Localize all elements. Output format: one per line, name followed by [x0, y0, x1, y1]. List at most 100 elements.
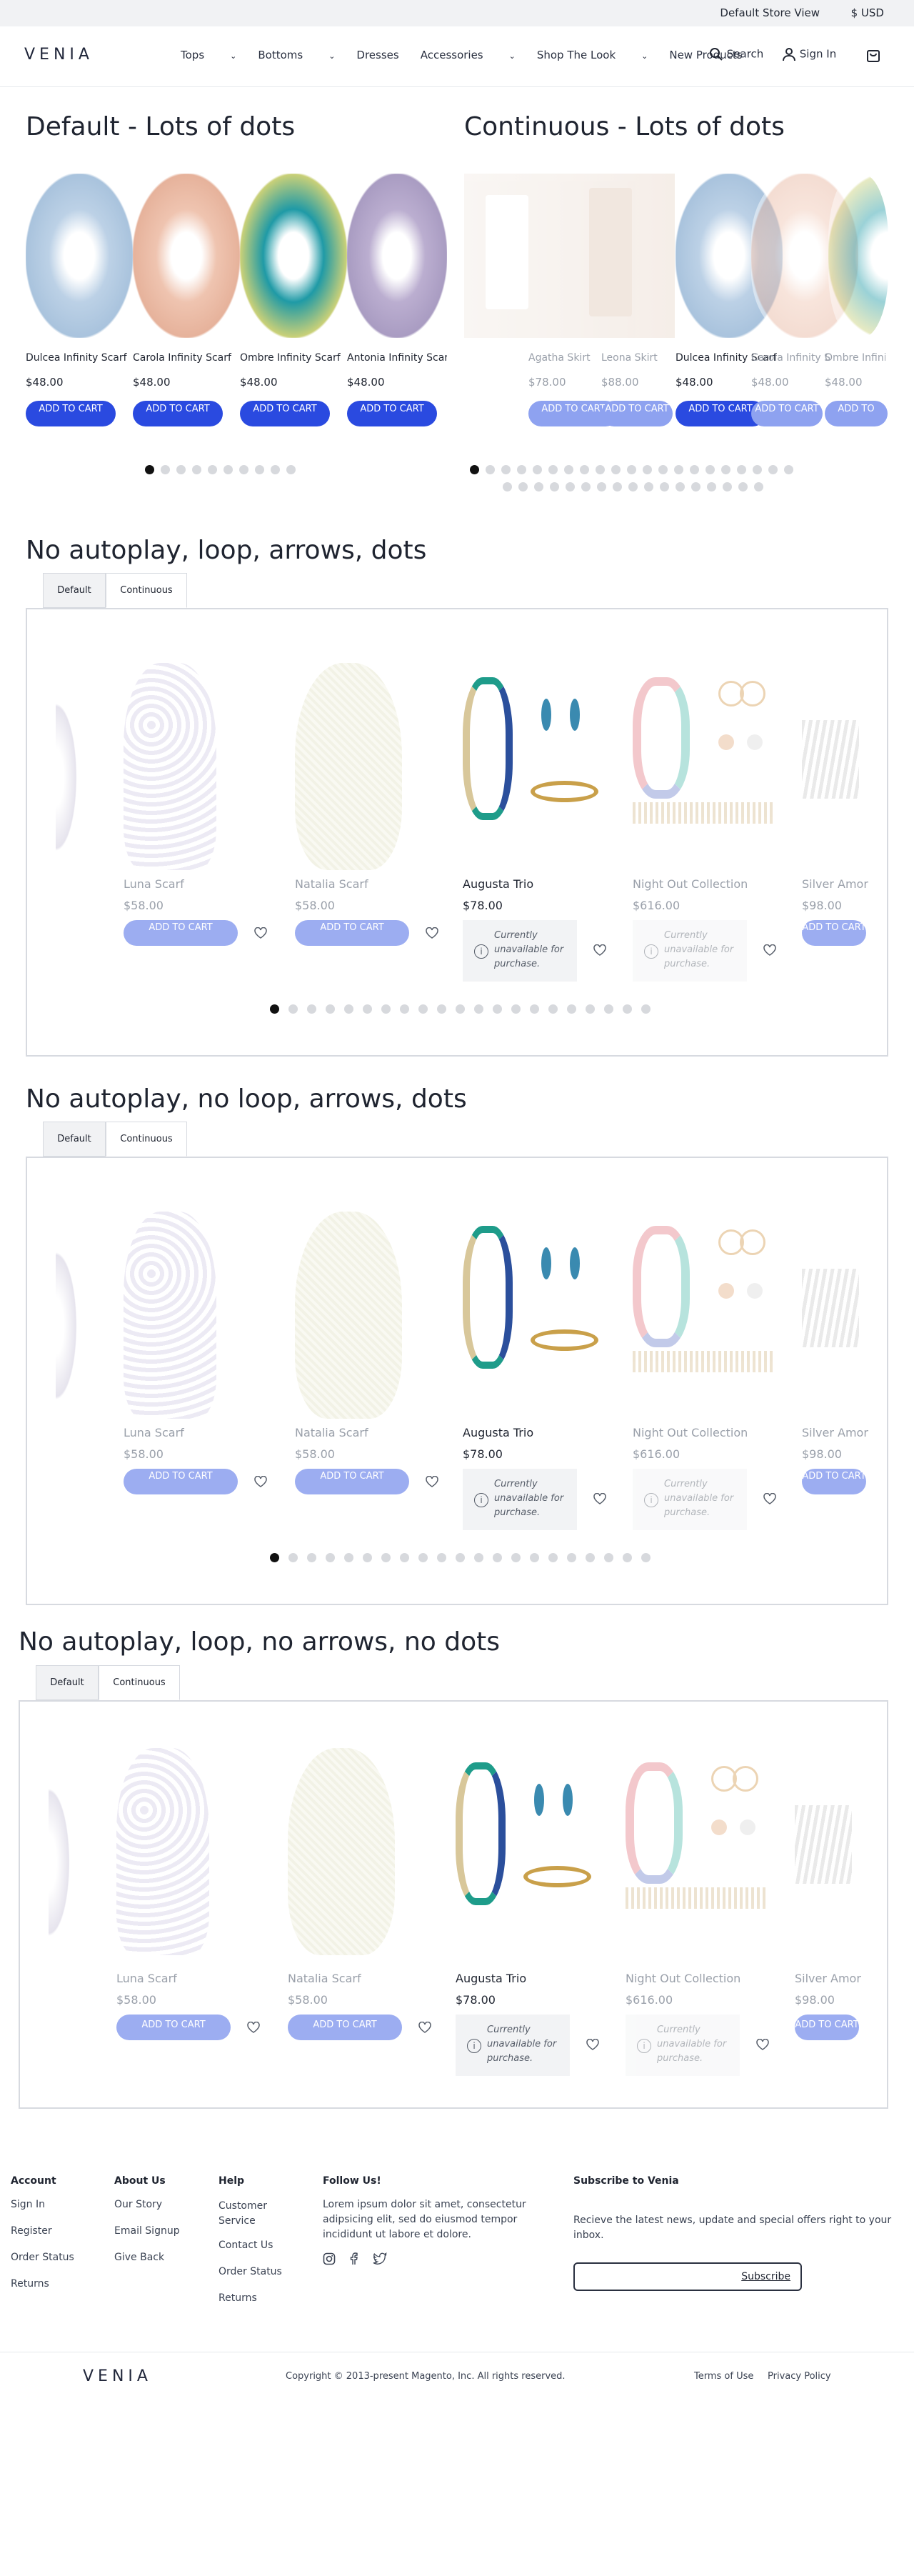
carousel-dot[interactable]: [548, 1553, 558, 1562]
product-name[interactable]: Leona Skirt: [601, 352, 666, 364]
carousel-dot[interactable]: [580, 465, 589, 474]
wishlist-heart-icon[interactable]: [247, 2021, 260, 2033]
carousel-dot[interactable]: [597, 482, 606, 491]
add-to-cart-button[interactable]: ADD TO CART: [124, 920, 238, 946]
wishlist-heart-icon[interactable]: [593, 1492, 606, 1504]
carousel-dot[interactable]: [784, 465, 793, 474]
carousel-dot[interactable]: [623, 1553, 632, 1562]
add-to-cart-button[interactable]: ADD TO CART: [26, 401, 116, 426]
product-image[interactable]: [124, 1212, 216, 1419]
footer-link[interactable]: Give Back: [114, 2252, 164, 2263]
add-to-cart-button[interactable]: ADD TO CART: [288, 2015, 402, 2040]
search-trigger[interactable]: Search: [709, 47, 763, 61]
carousel-dot[interactable]: [567, 1553, 576, 1562]
product-name[interactable]: Dulcea Infinity Scarf: [26, 352, 133, 364]
product-name[interactable]: Augusta Trio: [463, 877, 533, 891]
logo[interactable]: VENIA: [24, 46, 94, 64]
product-name[interactable]: Luna Scarf: [124, 877, 184, 891]
carousel-dot[interactable]: [493, 1004, 502, 1014]
add-to-cart-button[interactable]: ADD TO CART: [802, 920, 866, 946]
product-image[interactable]: [456, 1762, 591, 1905]
wishlist-heart-icon[interactable]: [756, 2038, 769, 2050]
carousel-dot[interactable]: [501, 465, 511, 474]
add-to-cart-button[interactable]: ADD TO CART: [802, 1469, 866, 1494]
instagram-icon[interactable]: [323, 2252, 336, 2265]
wishlist-heart-icon[interactable]: [763, 944, 776, 956]
carousel-dot[interactable]: [586, 1004, 595, 1014]
carousel-dot[interactable]: [270, 1553, 279, 1562]
product-image[interactable]: [240, 174, 347, 338]
carousel-dot[interactable]: [400, 1553, 409, 1562]
carousel-dot[interactable]: [271, 465, 280, 474]
carousel-dot[interactable]: [691, 482, 700, 491]
product-image[interactable]: [463, 677, 598, 820]
wishlist-heart-icon[interactable]: [426, 1475, 438, 1487]
footer-link[interactable]: Order Status: [11, 2252, 74, 2263]
carousel-dot[interactable]: [518, 482, 528, 491]
carousel-dot[interactable]: [567, 1004, 576, 1014]
product-image[interactable]: [295, 1212, 402, 1419]
carousel-dot[interactable]: [586, 1553, 595, 1562]
carousel-dot[interactable]: [548, 1004, 558, 1014]
tab-default[interactable]: Default: [36, 1665, 99, 1700]
carousel-dot[interactable]: [474, 1553, 483, 1562]
carousel-dot[interactable]: [534, 482, 543, 491]
terms-link[interactable]: Terms of Use: [694, 2371, 753, 2382]
product-name[interactable]: Ombre Infinity Scarf: [240, 352, 347, 364]
carousel-dot[interactable]: [418, 1004, 428, 1014]
wishlist-heart-icon[interactable]: [593, 944, 606, 956]
add-to-cart-button[interactable]: ADD TO CART: [795, 2015, 859, 2040]
carousel-dot[interactable]: [288, 1553, 298, 1562]
tab-default[interactable]: Default: [43, 1122, 106, 1157]
product-name[interactable]: Carola Infinity Scarf: [751, 352, 830, 364]
carousel-dot[interactable]: [326, 1553, 335, 1562]
carousel-dot[interactable]: [738, 482, 748, 491]
product-name[interactable]: Augusta Trio: [463, 1426, 533, 1439]
product-name[interactable]: Night Out Collection: [626, 1972, 740, 1985]
product-image[interactable]: [133, 174, 240, 338]
product-name[interactable]: Silver Amor: [802, 1426, 868, 1439]
carousel-dot[interactable]: [754, 482, 763, 491]
product-name[interactable]: Augusta Trio: [456, 1972, 526, 1985]
nav-dresses[interactable]: Dresses: [356, 49, 398, 61]
carousel-dot[interactable]: [533, 465, 542, 474]
footer-link[interactable]: Our Story: [114, 2199, 162, 2210]
product-name[interactable]: Natalia Scarf: [295, 1426, 368, 1439]
product-image[interactable]: [626, 1762, 768, 1912]
carousel-dot[interactable]: [381, 1553, 391, 1562]
add-to-cart-button[interactable]: ADD TO CART: [295, 920, 409, 946]
product-image[interactable]: [56, 1226, 84, 1426]
carousel-dot[interactable]: [690, 465, 699, 474]
product-name[interactable]: Night Out Collection: [633, 877, 748, 891]
add-to-cart-button[interactable]: ADD TO CART: [601, 401, 673, 426]
add-to-cart-button[interactable]: ADD TO CART: [347, 401, 437, 426]
carousel-dot[interactable]: [344, 1553, 353, 1562]
add-to-cart-button[interactable]: ADD TO CART: [116, 2015, 231, 2040]
tab-default[interactable]: Default: [43, 573, 106, 608]
carousel-dot[interactable]: [326, 1004, 335, 1014]
carousel-dot[interactable]: [470, 465, 479, 474]
facebook-icon[interactable]: [348, 2252, 358, 2265]
footer-link[interactable]: Sign In: [11, 2199, 45, 2210]
carousel-dot[interactable]: [176, 465, 186, 474]
carousel-dot[interactable]: [644, 482, 653, 491]
carousel-dot[interactable]: [660, 482, 669, 491]
footer-link[interactable]: Register: [11, 2225, 52, 2237]
tab-continuous[interactable]: Continuous: [106, 573, 187, 608]
add-to-cart-button[interactable]: ADD TO CART: [751, 401, 823, 426]
footer-link[interactable]: Contact Us: [219, 2240, 273, 2251]
carousel-dot[interactable]: [723, 482, 732, 491]
footer-link[interactable]: Email Signup: [114, 2225, 180, 2237]
add-to-cart-button[interactable]: ADD TO: [825, 401, 888, 426]
carousel-dot[interactable]: [611, 465, 621, 474]
carousel-dot[interactable]: [581, 482, 591, 491]
product-name[interactable]: Ombre Infinity Scarf: [825, 352, 885, 364]
account-trigger[interactable]: Sign In: [782, 47, 836, 61]
nav-tops[interactable]: Tops ⌄: [181, 49, 236, 61]
nav-bottoms[interactable]: Bottoms ⌄: [258, 49, 335, 61]
carousel-dot[interactable]: [530, 1553, 539, 1562]
tab-continuous[interactable]: Continuous: [106, 1122, 187, 1157]
carousel-dot[interactable]: [486, 465, 495, 474]
carousel-dot[interactable]: [493, 1553, 502, 1562]
carousel-dot[interactable]: [641, 1004, 651, 1014]
